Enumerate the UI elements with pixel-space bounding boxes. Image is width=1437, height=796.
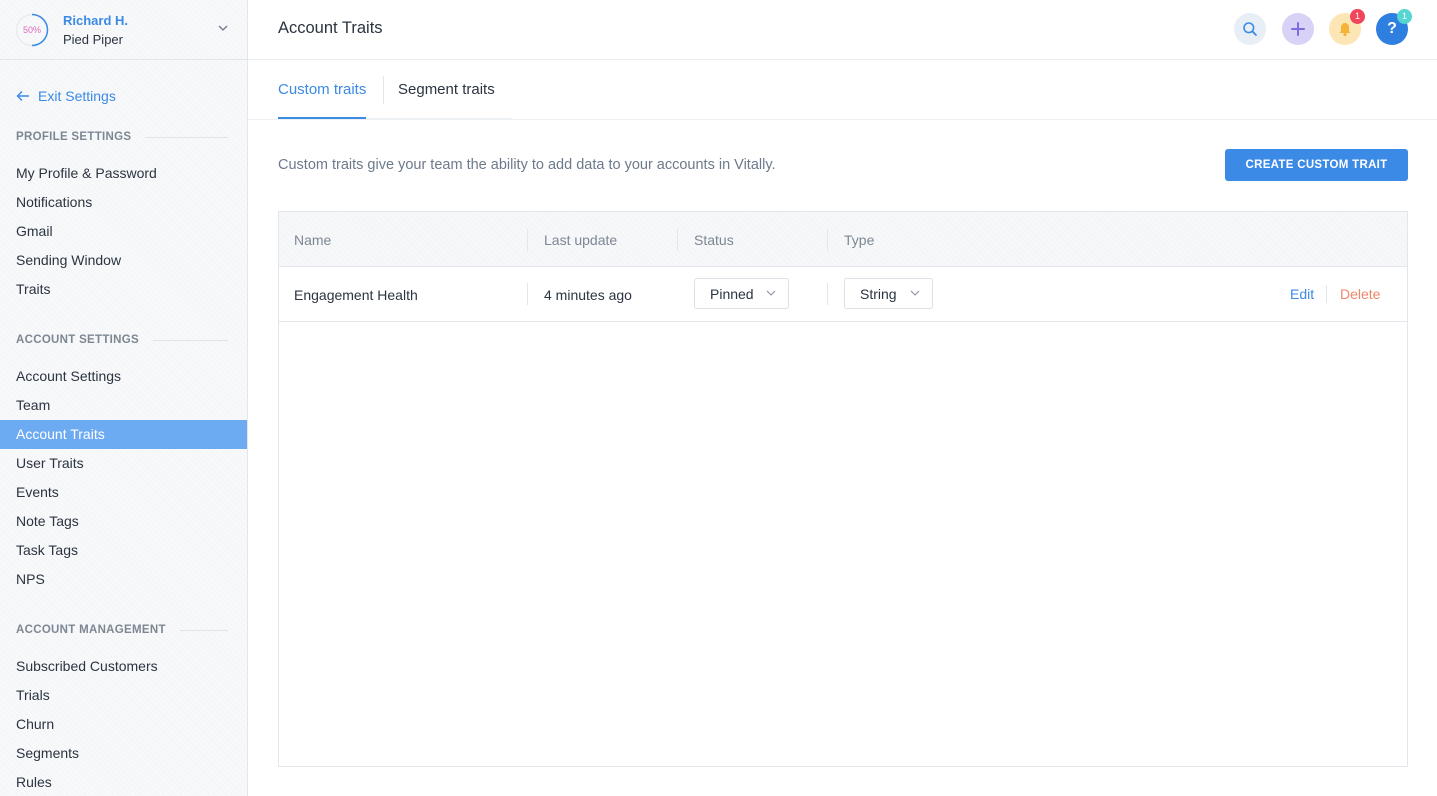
sidebar-item-account-traits[interactable]: Account Traits — [0, 420, 247, 449]
progress-label: 50% — [22, 25, 41, 35]
column-header-type: Type — [844, 232, 875, 248]
section-title-label: PROFILE SETTINGS — [16, 131, 132, 143]
status-select[interactable]: Pinned — [694, 278, 789, 309]
help-badge: 1 — [1397, 9, 1412, 24]
user-switcher[interactable]: 50% Richard H. Pied Piper — [0, 0, 248, 60]
section-title: ACCOUNT MANAGEMENT — [16, 624, 228, 636]
section-title: PROFILE SETTINGS — [16, 131, 228, 143]
section-divider — [145, 136, 228, 138]
sidebar-item-events[interactable]: Events — [0, 478, 247, 507]
add-button[interactable] — [1282, 13, 1314, 45]
column-divider — [527, 283, 528, 305]
question-icon: ? — [1387, 20, 1397, 37]
section-title: ACCOUNT SETTINGS — [16, 334, 228, 346]
sidebar-item-sending-window[interactable]: Sending Window — [0, 246, 247, 275]
help-button[interactable]: ? 1 — [1376, 9, 1412, 45]
tab-custom-traits[interactable]: Custom traits — [278, 81, 367, 119]
column-header-last-update: Last update — [544, 232, 618, 248]
sidebar-item-gmail[interactable]: Gmail — [0, 217, 247, 246]
sidebar: 50% Richard H. Pied Piper Exit Settings … — [0, 0, 248, 796]
trait-last-update: 4 minutes ago — [544, 287, 632, 303]
sidebar-item-rules[interactable]: Rules — [0, 768, 247, 796]
plus-icon — [1291, 22, 1305, 36]
exit-settings-link[interactable]: Exit Settings — [16, 87, 116, 105]
section-title-label: ACCOUNT MANAGEMENT — [16, 624, 166, 636]
table-header: Name Last update Status Type — [279, 212, 1407, 267]
status-value: Pinned — [710, 285, 754, 302]
column-divider — [827, 283, 828, 305]
sidebar-item-user-traits[interactable]: User Traits — [0, 449, 247, 478]
sidebar-item-subscribed-customers[interactable]: Subscribed Customers — [0, 652, 247, 681]
bell-icon — [1339, 23, 1351, 37]
sidebar-item-team[interactable]: Team — [0, 391, 247, 420]
create-custom-trait-button[interactable]: CREATE CUSTOM TRAIT — [1225, 149, 1408, 181]
column-header-name: Name — [294, 232, 332, 248]
sidebar-item-my-profile-password[interactable]: My Profile & Password — [0, 159, 247, 188]
tab-bar: Custom traits Segment traits — [248, 60, 1437, 120]
sidebar-item-segments[interactable]: Segments — [0, 739, 247, 768]
column-divider — [677, 229, 678, 251]
column-header-status: Status — [694, 232, 734, 248]
exit-settings-label: Exit Settings — [38, 88, 116, 104]
search-button[interactable] — [1234, 13, 1266, 45]
edit-button[interactable]: Edit — [1290, 286, 1314, 302]
sidebar-item-traits[interactable]: Traits — [0, 275, 247, 304]
notifications-button[interactable]: 1 — [1329, 9, 1365, 45]
chevron-down-icon — [766, 290, 776, 296]
sidebar-item-account-settings[interactable]: Account Settings — [0, 362, 247, 391]
section-divider — [153, 339, 228, 341]
sidebar-item-note-tags[interactable]: Note Tags — [0, 507, 247, 536]
trait-name: Engagement Health — [294, 287, 418, 303]
table-row: Engagement Health 4 minutes ago Pinned S… — [279, 267, 1407, 322]
action-divider — [1326, 285, 1327, 303]
type-select[interactable]: String — [844, 278, 933, 309]
sidebar-item-notifications[interactable]: Notifications — [0, 188, 247, 217]
tab-segment-traits[interactable]: Segment traits — [398, 81, 495, 119]
sidebar-item-churn[interactable]: Churn — [0, 710, 247, 739]
sidebar-item-trials[interactable]: Trials — [0, 681, 247, 710]
column-divider — [827, 229, 828, 251]
sidebar-item-task-tags[interactable]: Task Tags — [0, 536, 247, 565]
notification-badge: 1 — [1350, 9, 1365, 24]
type-value: String — [860, 285, 897, 302]
search-icon — [1243, 22, 1257, 36]
sidebar-item-nps[interactable]: NPS — [0, 565, 247, 594]
user-name: Richard H. — [63, 13, 129, 28]
page-title: Account Traits — [278, 19, 383, 37]
section-title-label: ACCOUNT SETTINGS — [16, 334, 139, 346]
tab-divider — [383, 76, 384, 104]
intro-text: Custom traits give your team the ability… — [278, 157, 776, 173]
user-org: Pied Piper — [63, 32, 123, 47]
arrow-left-icon — [16, 91, 29, 101]
chevron-down-icon[interactable] — [217, 22, 229, 34]
chevron-down-icon — [910, 290, 920, 296]
traits-table: Name Last update Status Type Engagement … — [278, 211, 1408, 767]
section-divider — [179, 629, 228, 631]
column-divider — [527, 229, 528, 251]
top-header: Account Traits 1 ? 1 — [248, 0, 1437, 60]
delete-button[interactable]: Delete — [1340, 286, 1380, 302]
